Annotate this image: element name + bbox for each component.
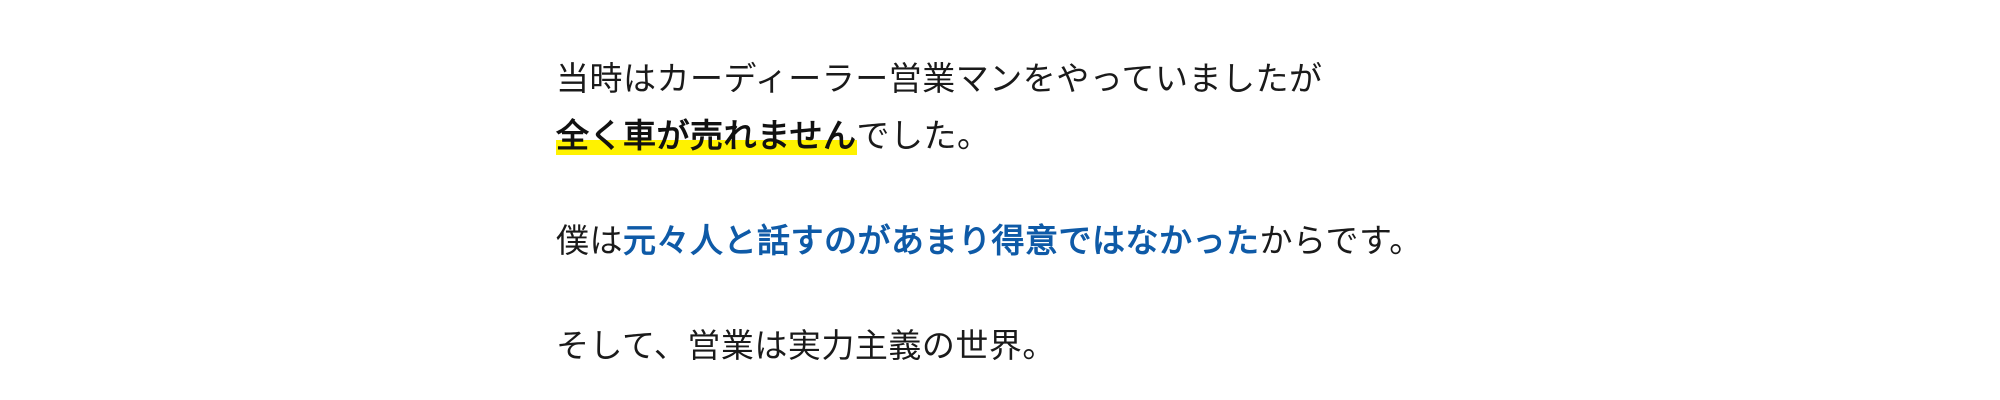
paragraph-dealer-job: 当時はカーディーラー営業マンをやっていましたが 全く車が売れませんでした。: [556, 50, 1856, 164]
highlighted-phrase: 全く車が売れません: [556, 116, 857, 155]
sales-result-line: 全く車が売れませんでした。: [556, 107, 1856, 164]
meritocracy-text: そして、営業は実力主義の世界。: [556, 326, 1056, 365]
paragraph-reason: 僕は元々人と話すのがあまり得意ではなかったからです。: [556, 212, 1856, 269]
dealer-job-line: 当時はカーディーラー営業マンをやっていましたが: [556, 59, 1323, 98]
reason-prefix: 僕は: [556, 221, 623, 260]
paragraph-meritocracy: そして、営業は実力主義の世界。: [556, 317, 1856, 374]
emphasized-reason: 元々人と話すのがあまり得意ではなかった: [623, 221, 1260, 260]
sales-result-suffix: でした。: [856, 116, 991, 155]
reason-suffix: からです。: [1259, 221, 1423, 260]
article-body: 当時はカーディーラー営業マンをやっていましたが 全く車が売れませんでした。 僕は…: [556, 50, 1856, 374]
